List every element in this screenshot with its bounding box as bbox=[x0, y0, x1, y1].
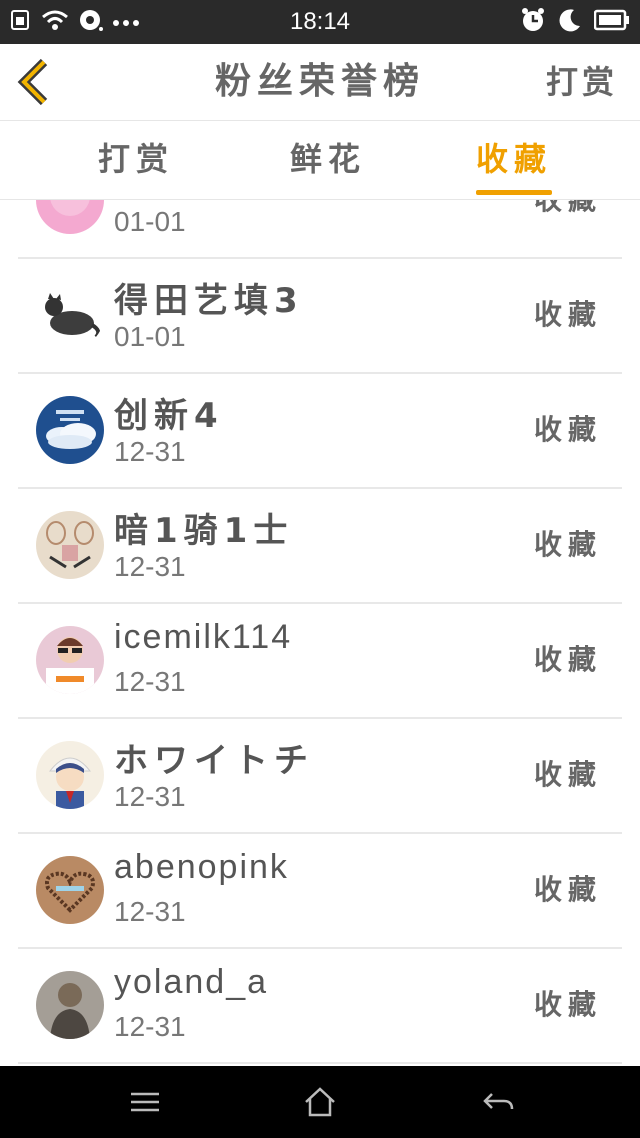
fan-name: abenopink bbox=[114, 848, 289, 886]
tab-label: 打赏 bbox=[98, 140, 175, 178]
tab-label: 鲜花 bbox=[290, 140, 367, 178]
fan-date: 12-31 bbox=[114, 436, 186, 467]
list-item[interactable]: 暗1骑1士 12-31 收藏 bbox=[18, 487, 622, 604]
avatar[interactable] bbox=[36, 511, 104, 579]
list-item[interactable]: 得田艺填3 01-01 收藏 bbox=[18, 257, 622, 374]
system-nav-bar bbox=[0, 1066, 640, 1138]
list-item[interactable]: 01-01 收藏 bbox=[18, 200, 622, 259]
fan-date: 12-31 bbox=[114, 896, 186, 927]
list-item[interactable]: icemilk114 12-31 收藏 bbox=[18, 602, 622, 719]
avatar[interactable] bbox=[36, 396, 104, 464]
action-type-label: 收藏 bbox=[533, 298, 602, 331]
back-arrow-icon bbox=[483, 1093, 514, 1110]
battery-icon bbox=[593, 9, 630, 35]
action-type-label: 收藏 bbox=[533, 413, 602, 446]
avatar[interactable] bbox=[36, 281, 104, 349]
fan-date: 12-31 bbox=[114, 781, 186, 812]
fan-date: 01-01 bbox=[114, 321, 186, 352]
avatar[interactable] bbox=[36, 971, 104, 1039]
tab-favorites[interactable]: 收藏 bbox=[476, 121, 553, 199]
top-bar: 粉丝荣誉榜 打赏 bbox=[0, 44, 640, 121]
reward-button[interactable]: 打赏 bbox=[546, 44, 618, 120]
menu-button[interactable] bbox=[125, 1084, 165, 1120]
list-item[interactable]: 创新4 12-31 收藏 bbox=[18, 372, 622, 489]
home-icon bbox=[305, 1087, 335, 1117]
status-icons-right bbox=[520, 8, 630, 36]
avatar[interactable] bbox=[36, 741, 104, 809]
fan-name: 得田艺填3 bbox=[114, 281, 304, 321]
avatar[interactable] bbox=[36, 856, 104, 924]
tab-flowers[interactable]: 鲜花 bbox=[290, 121, 366, 199]
fan-date: 12-31 bbox=[114, 666, 186, 697]
list-item[interactable]: abenopink 12-31 收藏 bbox=[18, 832, 622, 949]
fan-name: ホワイトチ bbox=[114, 741, 314, 781]
fan-name: yoland_a bbox=[114, 963, 269, 1001]
fan-list: 01-01 收藏 得田艺填3 01-01 收藏 创新4 12-31 收藏 暗1骑… bbox=[0, 200, 640, 1066]
action-type-label: 收藏 bbox=[533, 758, 602, 791]
home-button[interactable] bbox=[300, 1084, 340, 1120]
action-type-label: 收藏 bbox=[533, 528, 602, 561]
active-tab-indicator bbox=[476, 190, 553, 195]
action-type-label: 收藏 bbox=[533, 643, 602, 676]
moon-icon bbox=[558, 8, 582, 36]
fan-name: icemilk114 bbox=[114, 618, 293, 656]
tab-reward[interactable]: 打赏 bbox=[98, 121, 174, 199]
fan-name: 创新4 bbox=[114, 396, 224, 436]
fan-date: 12-31 bbox=[114, 551, 186, 582]
list-item[interactable]: ホワイトチ 12-31 收藏 bbox=[18, 717, 622, 834]
fan-date: 12-31 bbox=[114, 1011, 186, 1042]
tab-bar: 打赏 鲜花 收藏 bbox=[0, 121, 640, 200]
avatar[interactable] bbox=[36, 626, 104, 694]
action-type-label: 收藏 bbox=[534, 200, 602, 257]
list-item[interactable]: yoland_a 12-31 收藏 bbox=[18, 947, 622, 1064]
menu-icon bbox=[131, 1092, 159, 1112]
page-title: 粉丝荣誉榜 bbox=[214, 61, 425, 102]
tab-label: 收藏 bbox=[476, 140, 553, 178]
action-type-label: 收藏 bbox=[533, 873, 602, 906]
alarm-icon bbox=[520, 7, 546, 37]
action-type-label: 收藏 bbox=[533, 988, 602, 1021]
fan-name: 暗1骑1士 bbox=[114, 511, 294, 551]
fan-date: 01-01 bbox=[114, 206, 186, 237]
avatar[interactable] bbox=[36, 200, 104, 234]
status-bar: 18:14 bbox=[0, 0, 640, 44]
back-nav-button[interactable] bbox=[478, 1084, 518, 1120]
